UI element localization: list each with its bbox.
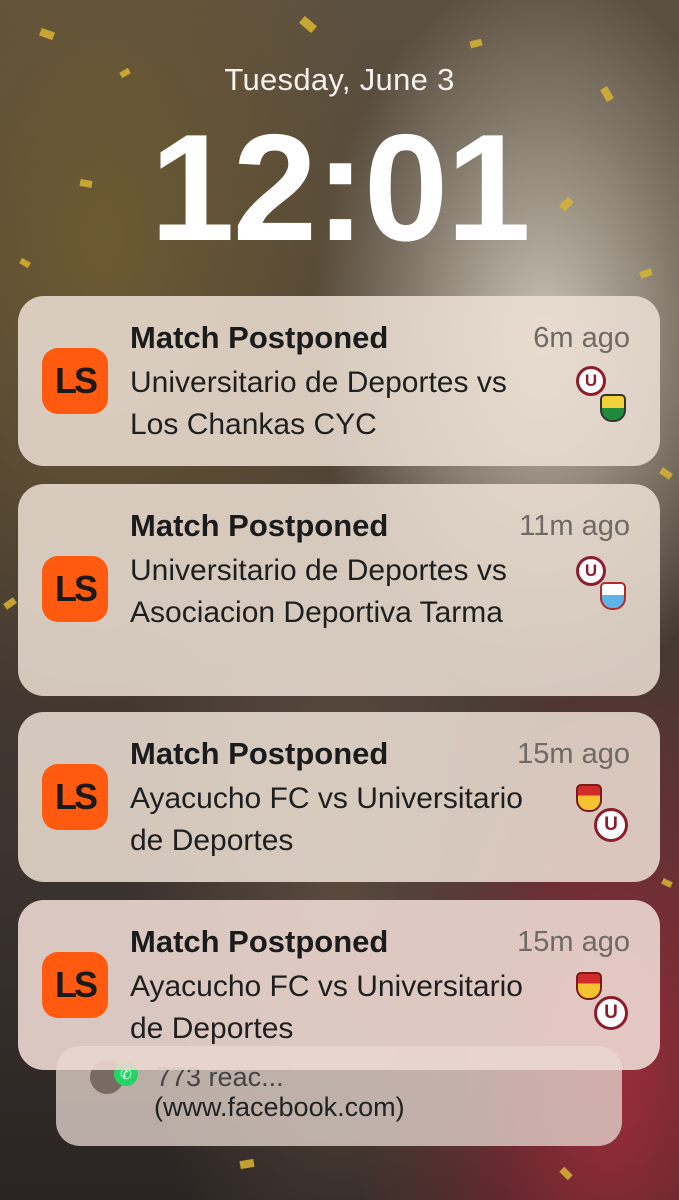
livescore-app-icon: LS bbox=[42, 952, 108, 1018]
adt-crest-icon bbox=[600, 582, 626, 610]
notification-card[interactable]: LS Match Postponed 15m ago Ayacucho FC v… bbox=[18, 712, 660, 882]
universitario-crest-icon: U bbox=[576, 366, 606, 396]
notification-time: 11m ago bbox=[519, 510, 630, 542]
notification-title: Match Postponed bbox=[130, 508, 389, 543]
notification-time: 6m ago bbox=[533, 322, 630, 354]
notification-time: 15m ago bbox=[517, 738, 630, 770]
ayacucho-crest-icon bbox=[576, 972, 602, 1000]
stacked-notification-line2: (www.facebook.com) bbox=[154, 1092, 405, 1122]
notification-card[interactable]: LS Match Postponed 11m ago Universitario… bbox=[18, 484, 660, 696]
notification-card[interactable]: LS Match Postponed 6m ago Universitario … bbox=[18, 296, 660, 466]
lockscreen-clock: 12:01 bbox=[150, 103, 531, 273]
ayacucho-crest-icon bbox=[576, 784, 602, 812]
livescore-app-icon: LS bbox=[42, 556, 108, 622]
universitario-crest-icon: U bbox=[594, 808, 628, 842]
los-chankas-crest-icon bbox=[600, 394, 626, 422]
notification-title: Match Postponed bbox=[130, 736, 389, 771]
notification-time: 15m ago bbox=[517, 926, 630, 958]
universitario-crest-icon: U bbox=[594, 996, 628, 1030]
universitario-crest-icon: U bbox=[576, 556, 606, 586]
notification-card[interactable]: LS Match Postponed 15m ago Ayacucho FC v… bbox=[18, 900, 660, 1070]
team-logos: U bbox=[576, 556, 632, 620]
team-logos: U bbox=[576, 972, 632, 1036]
team-logos: U bbox=[576, 784, 632, 848]
team-logos: U bbox=[576, 366, 632, 430]
livescore-app-icon: LS bbox=[42, 764, 108, 830]
notification-body: Universitario de Deportes vs Los Chankas… bbox=[130, 366, 507, 441]
notification-title: Match Postponed bbox=[130, 924, 389, 959]
notification-body: Universitario de Deportes vs Asociacion … bbox=[130, 554, 507, 629]
lockscreen-date: Tuesday, June 3 bbox=[224, 62, 455, 97]
livescore-app-icon: LS bbox=[42, 348, 108, 414]
notification-title: Match Postponed bbox=[130, 320, 389, 355]
notification-body: Ayacucho FC vs Universitario de Deportes bbox=[130, 782, 523, 857]
notification-body: Ayacucho FC vs Universitario de Deportes bbox=[130, 970, 523, 1045]
